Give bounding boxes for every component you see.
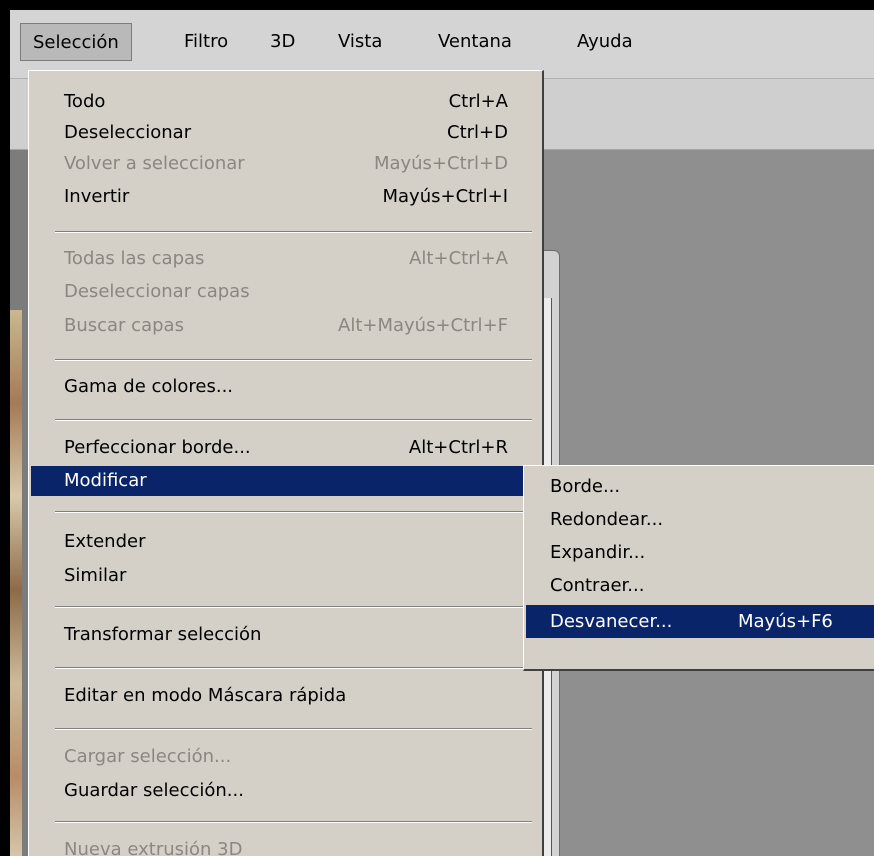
menu-item-buscar-capas[interactable]: Buscar capas Alt+Mayús+Ctrl+F <box>31 311 540 341</box>
menu-item-label: Todas las capas <box>64 248 205 269</box>
menu-3d[interactable]: 3D <box>258 23 307 61</box>
seleccion-dropdown-menu: Todo Ctrl+A Deseleccionar Ctrl+D Volver … <box>28 70 544 856</box>
menu-separator <box>55 511 532 513</box>
menu-item-perfeccionar-borde[interactable]: Perfeccionar borde... Alt+Ctrl+R <box>31 433 540 463</box>
menu-item-label: Perfeccionar borde... <box>64 437 251 458</box>
menu-item-gama-de-colores[interactable]: Gama de colores... <box>31 372 540 402</box>
submenu-item-redondear[interactable]: Redondear... <box>526 503 874 536</box>
menu-item-label: Gama de colores... <box>64 376 234 397</box>
menu-item-guardar-seleccion[interactable]: Guardar selección... <box>31 776 540 806</box>
submenu-item-expandir[interactable]: Expandir... <box>526 536 874 569</box>
menu-item-volver-a-seleccionar[interactable]: Volver a seleccionar Mayús+Ctrl+D <box>31 149 540 179</box>
menu-item-label: Extender <box>64 531 146 552</box>
menu-item-shortcut: Alt+Mayús+Ctrl+F <box>338 315 508 336</box>
menu-separator <box>55 821 532 823</box>
menu-item-shortcut: Alt+Ctrl+A <box>409 248 508 269</box>
menu-separator <box>55 359 532 361</box>
menu-item-label: Deseleccionar <box>64 122 192 143</box>
menu-ayuda[interactable]: Ayuda <box>565 23 645 61</box>
submenu-item-borde[interactable]: Borde... <box>526 470 874 503</box>
submenu-item-label: Contraer... <box>550 575 645 596</box>
menu-item-todas-las-capas[interactable]: Todas las capas Alt+Ctrl+A <box>31 244 540 274</box>
menu-item-shortcut: Mayús+Ctrl+D <box>373 153 508 174</box>
menu-item-deseleccionar[interactable]: Deseleccionar Ctrl+D <box>31 118 540 148</box>
submenu-item-contraer[interactable]: Contraer... <box>526 569 874 602</box>
menu-separator <box>55 231 532 233</box>
menu-bar: Selección Filtro 3D Vista Ventana Ayuda <box>10 10 874 79</box>
menu-item-shortcut: Alt+Ctrl+R <box>408 437 508 458</box>
menu-item-invertir[interactable]: Invertir Mayús+Ctrl+I <box>31 182 540 212</box>
image-thumbnail-strip <box>10 310 22 856</box>
menu-vista[interactable]: Vista <box>326 23 394 61</box>
menu-item-label: Cargar selección... <box>64 746 232 767</box>
menu-item-label: Guardar selección... <box>64 780 244 801</box>
menu-item-label: Deseleccionar capas <box>64 281 250 302</box>
menu-item-label: Todo <box>64 91 106 112</box>
menu-ventana[interactable]: Ventana <box>426 23 524 61</box>
menu-item-shortcut: Mayús+Ctrl+I <box>382 186 509 207</box>
modificar-submenu: Borde... Redondear... Expandir... Contra… <box>523 465 874 671</box>
menu-item-label: Similar <box>64 565 127 586</box>
submenu-item-shortcut: Mayús+F6 <box>738 611 833 632</box>
menu-item-deseleccionar-capas[interactable]: Deseleccionar capas <box>31 277 540 307</box>
menu-item-label: Nueva extrusión 3D <box>64 839 243 856</box>
menu-item-label: Modificar <box>64 470 147 491</box>
menu-item-shortcut: Ctrl+D <box>447 122 508 143</box>
menu-separator <box>55 419 532 421</box>
menu-item-modificar[interactable]: Modificar <box>31 466 540 496</box>
menu-item-label: Editar en modo Máscara rápida <box>64 685 347 706</box>
menu-item-cargar-seleccion[interactable]: Cargar selección... <box>31 742 540 772</box>
submenu-item-label: Borde... <box>550 476 621 497</box>
submenu-item-label: Expandir... <box>550 542 646 563</box>
menu-item-editar-mascara-rapida[interactable]: Editar en modo Máscara rápida <box>31 681 540 711</box>
submenu-item-label: Desvanecer... <box>550 611 673 632</box>
menu-seleccion[interactable]: Selección <box>20 23 132 61</box>
menu-item-extender[interactable]: Extender <box>31 527 540 557</box>
menu-item-shortcut: Ctrl+A <box>448 91 508 112</box>
menu-item-label: Transformar selección <box>64 624 262 645</box>
menu-filtro[interactable]: Filtro <box>172 23 240 61</box>
menu-item-todo[interactable]: Todo Ctrl+A <box>31 87 540 117</box>
menu-separator <box>55 667 532 669</box>
submenu-item-label: Redondear... <box>550 509 664 530</box>
menu-separator <box>55 606 532 608</box>
submenu-item-desvanecer[interactable]: Desvanecer... Mayús+F6 <box>526 605 874 638</box>
menu-separator <box>55 728 532 730</box>
menu-item-transformar-seleccion[interactable]: Transformar selección <box>31 620 540 650</box>
app-window: Selección Filtro 3D Vista Ventana Ayuda … <box>10 10 874 856</box>
menu-item-nueva-extrusion-3d[interactable]: Nueva extrusión 3D <box>31 835 540 856</box>
menu-item-label: Volver a seleccionar <box>64 153 245 174</box>
menu-item-label: Buscar capas <box>64 315 184 336</box>
menu-item-similar[interactable]: Similar <box>31 561 540 591</box>
menu-item-label: Invertir <box>64 186 130 207</box>
